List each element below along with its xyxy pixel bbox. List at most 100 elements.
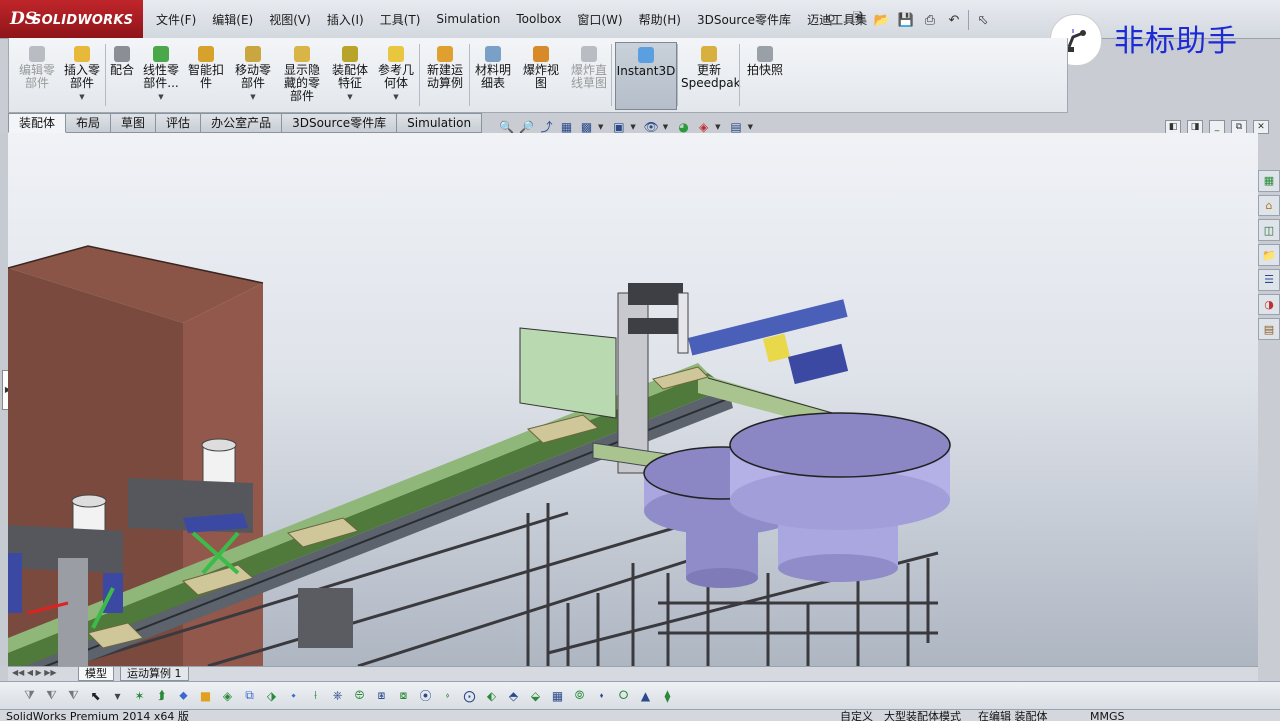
undo-icon[interactable]: ↶ xyxy=(944,10,964,30)
vertex-icon[interactable]: ⧉ xyxy=(240,686,259,705)
ribbon-button-label: 爆炸直 线草图 xyxy=(570,63,607,90)
assembly-model-render[interactable] xyxy=(8,133,1258,666)
ribbon-button-label: 编辑零 部件 xyxy=(18,63,55,90)
ribbon-button-smart-fastener[interactable]: 智能扣 件 xyxy=(187,42,225,108)
tile-right-icon[interactable]: ◨ xyxy=(1187,120,1203,134)
ribbon-button-bom[interactable]: 材料明 细表 xyxy=(473,42,513,108)
solidworks-resources-icon[interactable]: ▦ xyxy=(1258,170,1280,192)
menu-item[interactable]: 视图(V) xyxy=(261,11,319,28)
pin-icon[interactable]: ⚲ xyxy=(826,13,840,28)
sketch-icon[interactable]: ⬩ xyxy=(284,686,303,705)
weld-icon[interactable]: ⨸ xyxy=(350,686,369,705)
mate-reference-icon[interactable]: ✶ xyxy=(130,686,149,705)
ribbon-button-move-component[interactable]: 移动零 部件 ▼ xyxy=(231,42,275,108)
surface-icon[interactable]: ⧆ xyxy=(372,686,391,705)
command-tab[interactable]: 装配体 xyxy=(8,113,67,133)
block-icon[interactable]: ▦ xyxy=(548,686,567,705)
new-document-icon[interactable]: 🗎 xyxy=(848,10,868,30)
dropdown-caret-icon[interactable]: ▼ xyxy=(231,91,275,104)
menu-item[interactable]: 插入(I) xyxy=(319,11,372,28)
tile-left-icon[interactable]: ◧ xyxy=(1165,120,1181,134)
hole-icon[interactable]: ⬫ xyxy=(438,686,457,705)
edge-icon[interactable]: ⬗ xyxy=(262,686,281,705)
menu-item[interactable]: Toolbox xyxy=(508,12,569,26)
tab-motion-study[interactable]: 运动算例 1 xyxy=(120,667,189,681)
select-arrow-icon[interactable]: ⬉ xyxy=(86,686,105,705)
close-icon[interactable]: ✕ xyxy=(1253,120,1269,134)
cosmetic-thread-icon[interactable]: ⬖ xyxy=(482,686,501,705)
ribbon-button-show-hidden[interactable]: 显示隐 藏的零 部件 xyxy=(281,42,323,108)
minimize-icon[interactable]: _ xyxy=(1209,120,1225,134)
menu-item[interactable]: 编辑(E) xyxy=(204,11,261,28)
command-tab[interactable]: 草图 xyxy=(111,113,157,133)
sketch-point-icon[interactable]: ▲ xyxy=(636,686,655,705)
menu-item[interactable]: 3DSource零件库 xyxy=(689,11,799,28)
menu-item[interactable]: 工具(T) xyxy=(372,11,429,28)
model-tab-bar: ◀◀ ◀ ▶ ▶▶ 模型 运动算例 1 xyxy=(8,666,1258,681)
balloon-icon[interactable]: ⬪ xyxy=(592,686,611,705)
ribbon-button-exploded-view[interactable]: 爆炸视 图 xyxy=(521,42,561,108)
ribbon-button-speedpak[interactable]: 更新 Speedpak xyxy=(681,42,741,108)
command-tab[interactable]: 评估 xyxy=(156,113,202,133)
dropdown-caret-icon[interactable]: ▼ xyxy=(375,91,417,104)
smart-select-icon[interactable]: ▾ xyxy=(108,686,127,705)
centerline-icon[interactable]: ⬙ xyxy=(526,686,545,705)
ribbon-button-mate[interactable]: 配合 xyxy=(109,42,135,108)
dropdown-caret-icon[interactable]: ▼ xyxy=(63,91,101,104)
ribbon-button-assembly-feature[interactable]: 装配体 特征 ▼ xyxy=(329,42,371,108)
file-explorer-icon[interactable]: 📁 xyxy=(1258,244,1280,266)
ribbon-button-instant3d[interactable]: Instant3D xyxy=(615,42,677,110)
design-library-icon[interactable]: ◫ xyxy=(1258,219,1280,242)
large-vibratory-bowl[interactable] xyxy=(729,412,951,582)
save-icon[interactable]: 💾 xyxy=(896,10,916,30)
body-icon[interactable]: ⧇ xyxy=(394,686,413,705)
view-palette-icon[interactable]: ☰ xyxy=(1258,268,1280,291)
appearances-icon[interactable]: ◑ xyxy=(1258,293,1280,316)
ribbon-button-reference-geometry[interactable]: 参考几 何体 ▼ xyxy=(375,42,417,108)
annotation-icon[interactable]: ⎈ xyxy=(328,686,347,705)
tab-scroll-arrows-icon[interactable]: ◀◀ ◀ ▶ ▶▶ xyxy=(12,668,57,677)
command-tab[interactable]: Simulation xyxy=(397,113,483,133)
plane-icon[interactable]: ⮭ xyxy=(152,686,171,705)
ribbon-button-linear-pattern[interactable]: 线性零 部件... ▼ xyxy=(139,42,183,108)
command-tab[interactable]: 办公室产品 xyxy=(201,113,283,133)
restore-icon[interactable]: ⧉ xyxy=(1231,120,1247,134)
ribbon-button-insert-component[interactable]: 插入零 部件 ▼ xyxy=(63,42,101,108)
ribbon-button-snapshot[interactable]: 拍快照 xyxy=(743,42,787,108)
point-icon[interactable]: ■ xyxy=(196,686,215,705)
component-icon[interactable]: ⦿ xyxy=(416,686,435,705)
filter-edges-icon[interactable]: ⧨ xyxy=(64,686,83,705)
ribbon-button-new-motion-study[interactable]: 新建运 动算例 xyxy=(423,42,467,108)
menu-item[interactable]: Simulation xyxy=(428,12,508,26)
note-icon[interactable]: ⦾ xyxy=(570,686,589,705)
menu-item[interactable]: 文件(F) xyxy=(148,11,204,28)
print-icon[interactable]: ⎙ xyxy=(920,10,940,30)
graphics-area[interactable] xyxy=(8,133,1258,666)
menu-item[interactable]: 帮助(H) xyxy=(631,11,689,28)
select-cursor-icon[interactable]: ⬁ xyxy=(973,10,993,30)
command-tab[interactable]: 3DSource零件库 xyxy=(282,113,398,133)
filter-icon[interactable]: ⧩ xyxy=(20,686,39,705)
command-tab[interactable]: 布局 xyxy=(66,113,112,133)
tab-model[interactable]: 模型 xyxy=(78,667,114,681)
ribbon-button-label: 智能扣 件 xyxy=(187,63,224,90)
axis-icon[interactable]: ⬥ xyxy=(174,686,193,705)
explode-line-sketch-icon xyxy=(581,46,597,62)
gtol-icon[interactable]: ⭘ xyxy=(614,686,633,705)
home-icon[interactable]: ⌂ xyxy=(1258,194,1280,217)
face-icon[interactable]: ◈ xyxy=(218,686,237,705)
status-units[interactable]: MMGS xyxy=(1090,710,1125,721)
dropdown-caret-icon[interactable]: ▼ xyxy=(329,91,371,104)
solidworks-logo[interactable]: DS SOLIDWORKS xyxy=(0,0,143,38)
custom-properties-icon[interactable]: ▤ xyxy=(1258,318,1280,341)
center-mark-icon[interactable]: ⬘ xyxy=(504,686,523,705)
dropdown-caret-icon[interactable]: ▼ xyxy=(139,91,183,104)
menu-item[interactable]: 窗口(W) xyxy=(569,11,630,28)
filter-vertices-icon[interactable]: ⧨ xyxy=(42,686,61,705)
ribbon-button-explode-line-sketch[interactable]: 爆炸直 线草图 xyxy=(567,42,611,108)
origin-icon[interactable]: ⧫ xyxy=(658,686,677,705)
dimension-icon[interactable]: ⟊ xyxy=(306,686,325,705)
open-folder-icon[interactable]: 📂 xyxy=(872,10,892,30)
datum-icon[interactable]: ⨀ xyxy=(460,686,479,705)
ribbon-button-edit-component[interactable]: 编辑零 部件 xyxy=(13,42,61,108)
